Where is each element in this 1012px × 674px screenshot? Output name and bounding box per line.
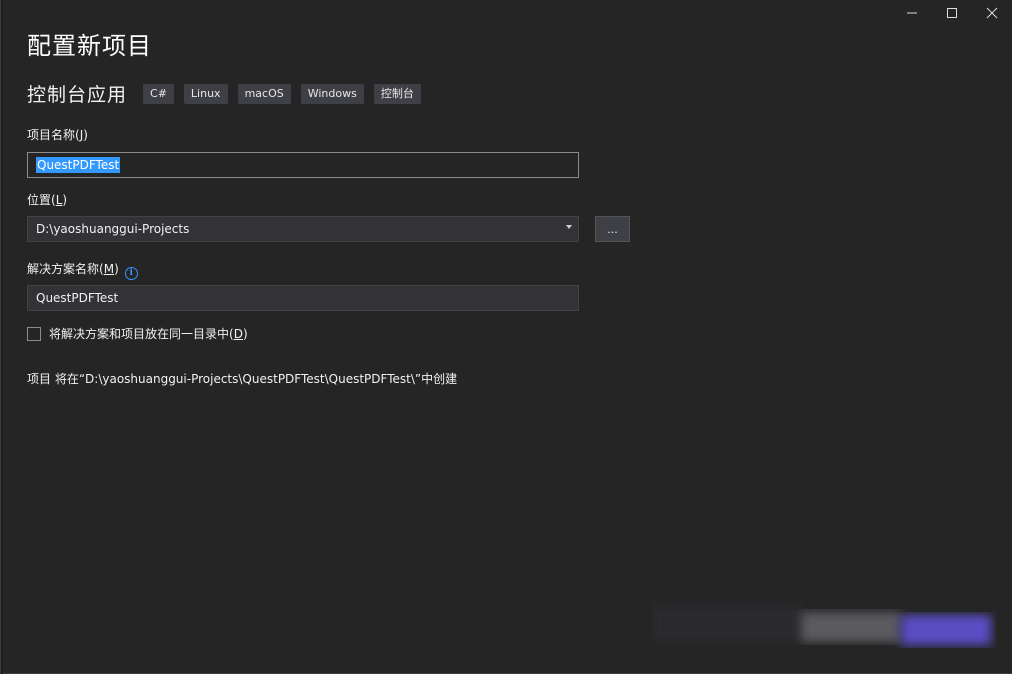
browse-button[interactable]: ... xyxy=(595,216,630,242)
project-name-label-text: 项目名称 xyxy=(27,128,76,142)
same-directory-label[interactable]: 将解决方案和项目放在同一目录中(D) xyxy=(49,325,248,342)
browse-button-label: ... xyxy=(607,223,618,236)
solution-name-value: QuestPDFTest xyxy=(36,291,119,305)
location-value: D:\yaoshuanggui-Projects xyxy=(36,222,190,236)
project-name-input[interactable]: QuestPDFTest xyxy=(27,152,579,178)
chevron-down-icon[interactable] xyxy=(566,225,572,229)
same-directory-label-text: 将解决方案和项目放在同一目录中 xyxy=(49,327,230,341)
close-icon xyxy=(986,4,998,23)
project-name-label: 项目名称(J) xyxy=(27,128,88,142)
minimize-button[interactable] xyxy=(892,0,932,26)
same-directory-accesskey: D xyxy=(233,327,243,341)
solution-name-input[interactable]: QuestPDFTest xyxy=(27,285,579,311)
project-name-value: QuestPDFTest xyxy=(36,157,121,173)
blurred-overlay xyxy=(651,605,991,645)
solution-name-label-text: 解决方案名称 xyxy=(27,262,100,276)
tag-platform-windows: Windows xyxy=(300,83,364,104)
location-combobox[interactable]: D:\yaoshuanggui-Projects xyxy=(27,216,579,242)
solution-name-accesskey: M xyxy=(103,262,115,276)
same-directory-checkbox[interactable] xyxy=(27,326,41,341)
template-info-row: 控制台应用 C# Linux macOS Windows 控制台 xyxy=(27,80,431,107)
template-name: 控制台应用 xyxy=(27,84,128,106)
project-path-note: 项目 将在“D:\yaoshuanggui-Projects\QuestPDFT… xyxy=(27,372,458,386)
window-controls xyxy=(892,0,1012,26)
close-button[interactable] xyxy=(972,0,1012,26)
tag-platform-linux: Linux xyxy=(183,83,228,104)
maximize-button[interactable] xyxy=(932,0,972,26)
window-left-edge xyxy=(1,0,3,674)
maximize-icon xyxy=(946,4,958,23)
location-label: 位置(L) xyxy=(27,193,68,207)
tag-project-type: 控制台 xyxy=(373,83,421,104)
info-icon[interactable]: i xyxy=(124,267,138,280)
same-directory-option[interactable]: 将解决方案和项目放在同一目录中(D) xyxy=(27,325,248,342)
tag-platform-macos: macOS xyxy=(237,83,291,104)
project-name-accesskey: J xyxy=(79,128,84,142)
minimize-icon xyxy=(906,4,918,23)
page-title: 配置新项目 xyxy=(27,32,152,60)
solution-name-label: 解决方案名称(M) i xyxy=(27,260,138,280)
location-accesskey: L xyxy=(55,193,63,207)
location-label-text: 位置 xyxy=(27,193,52,207)
configure-project-window: 配置新项目 控制台应用 C# Linux macOS Windows 控制台 项… xyxy=(0,0,1012,674)
tag-language: C# xyxy=(143,83,174,104)
